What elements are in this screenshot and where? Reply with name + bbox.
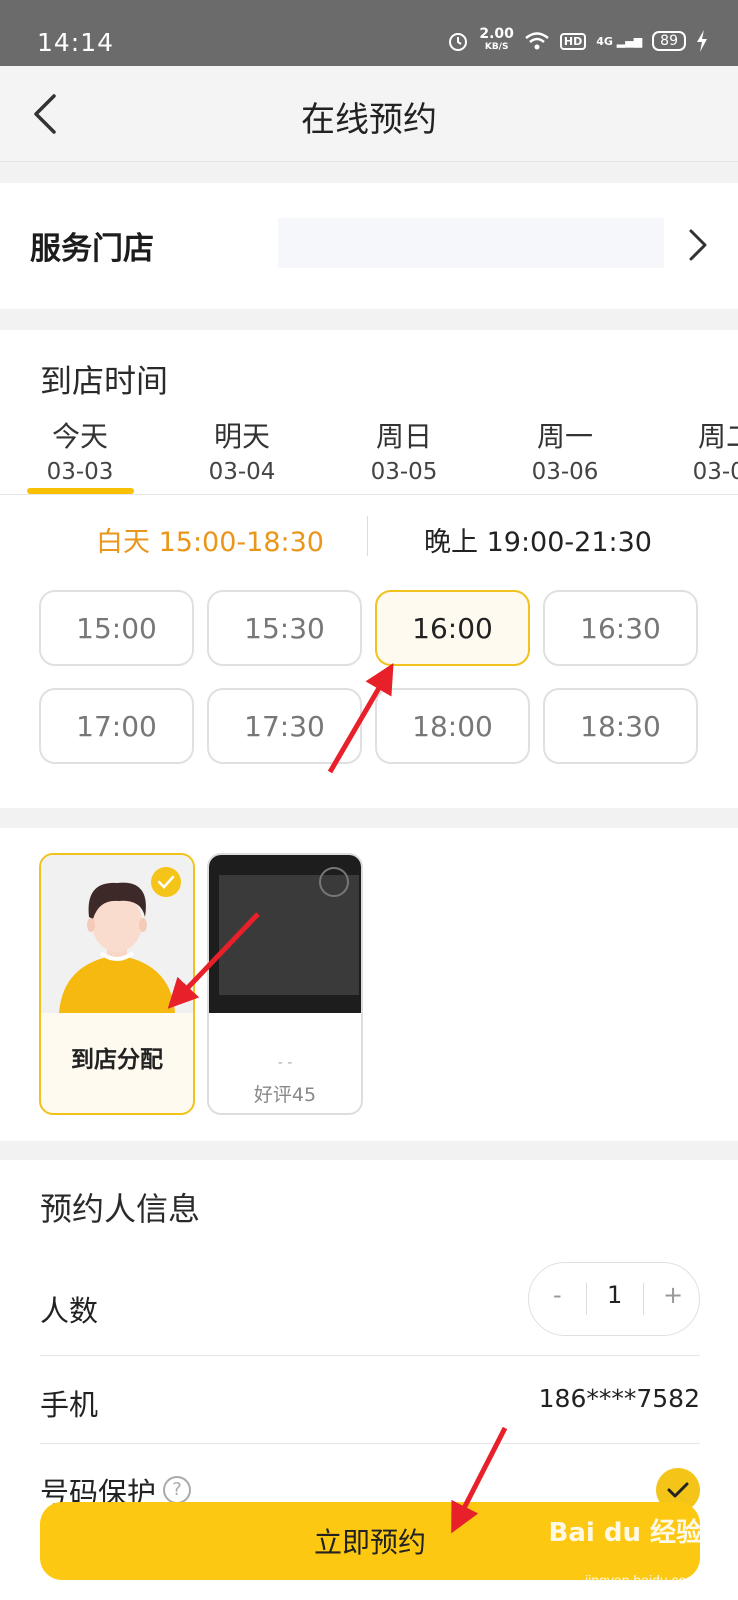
time-slot[interactable]: 18:30 <box>543 688 698 764</box>
day-tab-tuesday[interactable]: 周二 03-07 <box>666 415 738 485</box>
day-tabs: 今天 03-03 明天 03-04 周日 03-05 周一 03-06 周二 0… <box>0 415 738 495</box>
increment-button[interactable]: + <box>663 1281 683 1309</box>
time-slot[interactable]: 18:00 <box>375 688 530 764</box>
staff-card-technician[interactable]: - - 好评45 <box>207 853 363 1115</box>
help-icon[interactable]: ? <box>163 1476 191 1504</box>
baidu-watermark-logo: Bai du 经验 <box>548 1518 703 1548</box>
phone-value: 186****7582 <box>538 1384 700 1413</box>
status-time: 14:14 <box>37 28 115 57</box>
period-evening[interactable]: 晚上 19:00-21:30 <box>424 520 652 559</box>
status-icons: 2.00 KB/S HD 4G ▂▄▆ 89 <box>447 26 708 54</box>
selected-check-icon <box>151 867 181 897</box>
time-slot[interactable]: 17:30 <box>207 688 362 764</box>
staff-card-auto-assign[interactable]: 到店分配 <box>39 853 195 1115</box>
period-divider <box>367 516 368 556</box>
status-bar: 14:14 2.00 KB/S HD 4G ▂▄▆ 89 <box>0 0 738 66</box>
page-title: 在线预约 <box>301 100 437 140</box>
time-slot[interactable]: 15:30 <box>207 590 362 666</box>
time-slot[interactable]: 15:00 <box>39 590 194 666</box>
staff-section: 到店分配 - - 好评45 <box>0 828 738 1141</box>
charging-icon <box>697 30 707 52</box>
wifi-icon <box>525 32 549 50</box>
battery-icon: 89 <box>652 31 686 51</box>
staff-name: 到店分配 <box>71 1047 163 1073</box>
baidu-watermark-url: jingyan.baidu.com <box>585 1572 698 1588</box>
nav-bar: 在线预约 <box>0 66 738 162</box>
store-value-box[interactable] <box>278 218 664 268</box>
day-tab-monday[interactable]: 周一 03-06 <box>505 415 625 485</box>
store-selector[interactable]: 服务门店 <box>0 183 738 309</box>
phone-row: 手机 186****7582 <box>40 1356 700 1444</box>
time-slot-selected[interactable]: 16:00 <box>375 590 530 666</box>
hd-badge: HD <box>559 32 587 50</box>
time-slot[interactable]: 16:30 <box>543 590 698 666</box>
unselected-circle-icon <box>319 867 349 897</box>
quantity-stepper: - 1 + <box>528 1262 700 1336</box>
day-tab-indicator <box>27 488 134 494</box>
people-label: 人数 <box>40 1294 99 1328</box>
network-speed: 2.00 KB/S <box>479 26 514 52</box>
store-label: 服务门店 <box>30 231 154 267</box>
time-slot[interactable]: 17:00 <box>39 688 194 764</box>
alarm-icon <box>449 33 468 51</box>
staff-name: - - <box>277 1055 293 1071</box>
arrival-heading: 到店时间 <box>40 362 169 400</box>
chevron-right-icon[interactable] <box>686 227 710 263</box>
day-tab-today[interactable]: 今天 03-03 <box>20 415 140 494</box>
booker-heading: 预约人信息 <box>40 1190 201 1228</box>
signal-icon: 4G ▂▄▆ <box>596 34 643 48</box>
day-tab-tomorrow[interactable]: 明天 03-04 <box>182 415 302 485</box>
people-row: 人数 - 1 + <box>40 1260 700 1356</box>
quantity-value: 1 <box>607 1281 623 1309</box>
arrival-time-section: 到店时间 今天 03-03 明天 03-04 周日 03-05 周一 03-06… <box>0 330 738 808</box>
decrement-button[interactable]: - <box>553 1281 562 1309</box>
phone-label: 手机 <box>40 1388 99 1422</box>
period-tabs: 白天 15:00-18:30 晚上 19:00-21:30 <box>0 510 738 570</box>
period-daytime[interactable]: 白天 15:00-18:30 <box>96 520 324 559</box>
day-tab-sunday[interactable]: 周日 03-05 <box>344 415 464 485</box>
staff-rating: 好评45 <box>253 1084 317 1106</box>
